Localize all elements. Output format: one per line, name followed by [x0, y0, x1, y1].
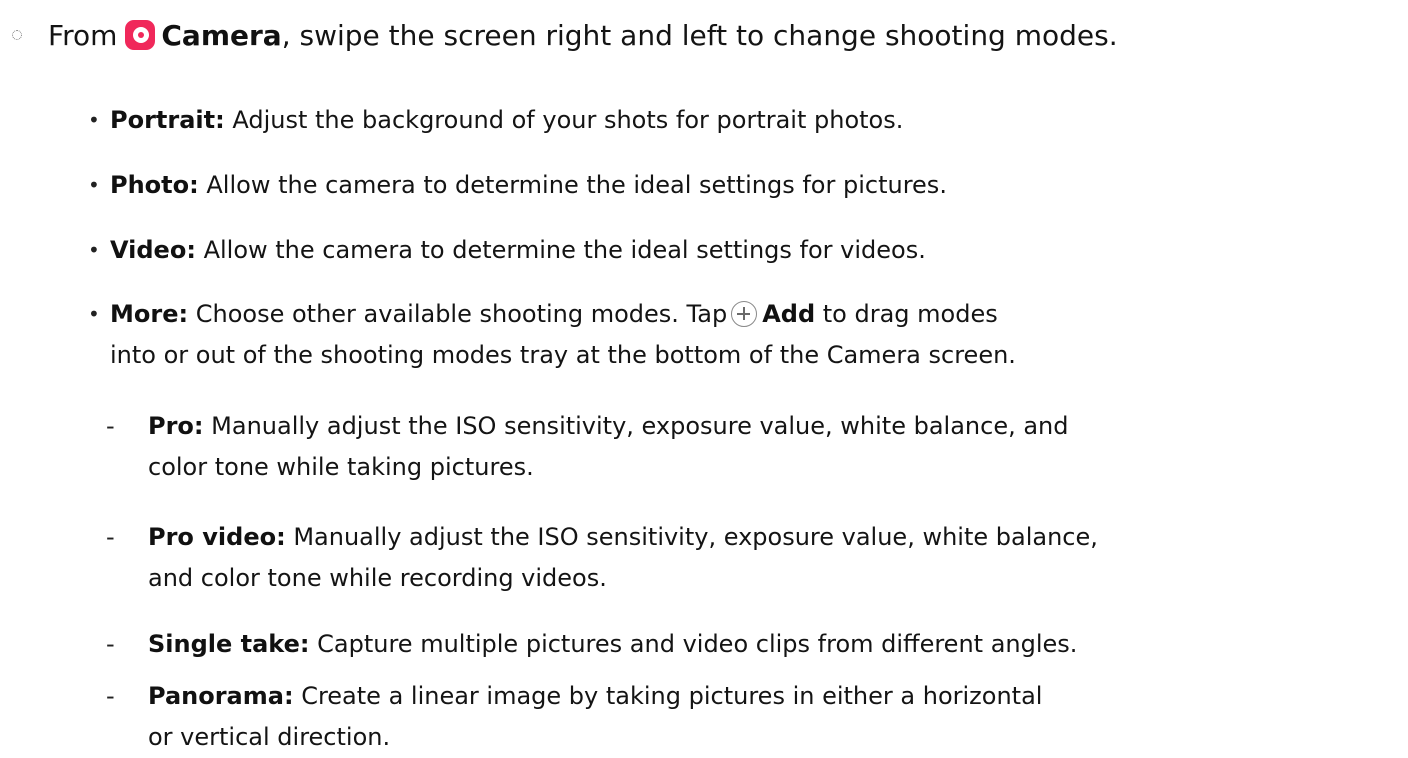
mode-description-line2: and color tone while recording videos.: [148, 564, 607, 592]
camera-lens-dot: [138, 32, 145, 38]
mode-description-cont: to drag modes: [822, 300, 998, 328]
add-label: Add: [762, 300, 816, 328]
dash-marker: -: [106, 630, 115, 658]
mode-description: Adjust the background of your shots for …: [232, 106, 904, 134]
mode-description: Create a linear image by taking pictures…: [301, 682, 1043, 710]
more-mode-item-single-take: - Single take: Capture multiple pictures…: [106, 624, 1078, 665]
mode-term: Video:: [110, 236, 196, 264]
more-mode-item-pro-video: - Pro video: Manually adjust the ISO sen…: [106, 517, 1098, 599]
dash-marker: -: [106, 412, 115, 440]
mode-description-line2: or vertical direction.: [148, 723, 391, 751]
mode-description: Manually adjust the ISO sensitivity, exp…: [211, 412, 1069, 440]
mode-description: Capture multiple pictures and video clip…: [317, 630, 1078, 658]
bullet-marker: •: [88, 238, 100, 262]
more-mode-item-panorama: - Panorama: Create a linear image by tak…: [106, 676, 1043, 758]
dash-marker: -: [106, 523, 115, 551]
mode-term: Photo:: [110, 171, 199, 199]
bullet-marker: •: [88, 108, 100, 132]
mode-term: Single take:: [148, 630, 310, 658]
camera-lens-shape: [133, 27, 150, 43]
mode-description: Choose other available shooting modes. T…: [195, 300, 728, 328]
more-mode-item-pro: - Pro: Manually adjust the ISO sensitivi…: [106, 406, 1069, 488]
mode-term: Portrait:: [110, 106, 225, 134]
mode-description-line2: color tone while taking pictures.: [148, 453, 534, 481]
camera-app-icon: [125, 20, 156, 50]
step-marker-icon: [12, 30, 22, 40]
mode-description-line2: into or out of the shooting modes tray a…: [110, 341, 1016, 369]
add-icon: [731, 301, 758, 327]
document-page: From Camera, swipe the screen right and l…: [0, 0, 1408, 751]
mode-item-video: • Video: Allow the camera to determine t…: [88, 230, 926, 271]
mode-term: Panorama:: [148, 682, 294, 710]
mode-term: Pro:: [148, 412, 204, 440]
bullet-marker: •: [88, 302, 100, 326]
dash-marker: -: [106, 682, 115, 710]
camera-app-name: Camera: [161, 19, 282, 52]
mode-item-more: • More: Choose other available shooting …: [88, 294, 1016, 376]
bullet-marker: •: [88, 173, 100, 197]
mode-description: Manually adjust the ISO sensitivity, exp…: [293, 523, 1098, 551]
step-instruction: From Camera, swipe the screen right and l…: [0, 12, 1400, 60]
step-text: From Camera, swipe the screen right and l…: [48, 12, 1118, 60]
mode-item-photo: • Photo: Allow the camera to determine t…: [88, 165, 947, 206]
mode-term: More:: [110, 300, 189, 328]
mode-description: Allow the camera to determine the ideal …: [206, 171, 947, 199]
mode-description: Allow the camera to determine the ideal …: [203, 236, 926, 264]
mode-term: Pro video:: [148, 523, 286, 551]
step-prefix: From: [48, 19, 118, 52]
step-rest: , swipe the screen right and left to cha…: [281, 19, 1118, 52]
mode-item-portrait: • Portrait: Adjust the background of you…: [88, 100, 904, 141]
